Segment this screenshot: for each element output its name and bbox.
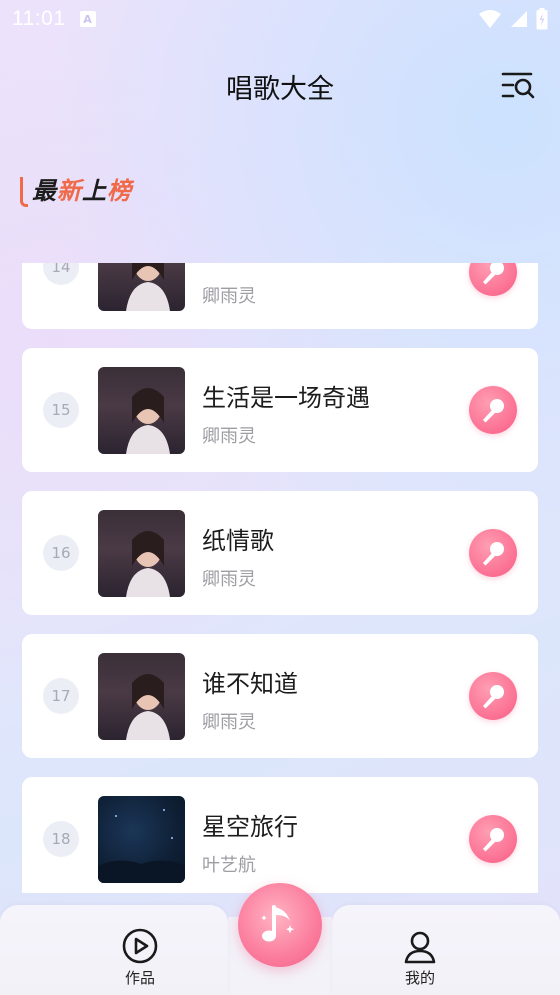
tab-works-label: 作品	[124, 969, 155, 987]
song-title: 谁不知道	[202, 670, 298, 698]
song-artist: 卿雨灵	[202, 569, 256, 590]
logo-char-3: 上	[82, 175, 106, 205]
tab-mine-label: 我的	[404, 969, 435, 987]
song-card[interactable]: 17 谁不知道 卿雨灵	[22, 634, 538, 758]
app-header: 唱歌大全	[0, 58, 560, 114]
rank-badge: 14	[43, 263, 79, 285]
rank-badge: 18	[43, 821, 79, 857]
song-list[interactable]: 14 卿雨灵 15 生活是一场奇遇 卿雨灵 16 纸情歌 卿雨灵 17 谁不知道…	[0, 263, 560, 893]
a-badge-icon: A	[79, 11, 96, 27]
cover-art	[126, 263, 170, 311]
wifi-icon	[479, 10, 501, 28]
album-cover	[98, 367, 185, 454]
signal-icon	[511, 11, 527, 27]
status-time: 11:01	[12, 7, 66, 30]
logo-bracket	[20, 177, 28, 207]
status-bar: 11:01 A	[0, 0, 560, 38]
song-title: 星空旅行	[202, 813, 298, 841]
battery-icon	[536, 8, 548, 30]
play-circle-icon	[122, 928, 158, 964]
song-artist: 卿雨灵	[202, 426, 256, 447]
cover-art	[126, 388, 170, 454]
album-cover	[98, 653, 185, 740]
microphone-icon	[483, 399, 504, 423]
rank-badge: 16	[43, 535, 79, 571]
logo-char-4: 榜	[107, 175, 131, 205]
song-card[interactable]: 16 纸情歌 卿雨灵	[22, 491, 538, 615]
cover-art	[126, 531, 170, 597]
song-artist: 叶艺航	[202, 855, 256, 876]
list-search-icon	[501, 72, 535, 99]
song-artist: 卿雨灵	[202, 712, 256, 733]
center-music-button[interactable]	[238, 883, 322, 967]
album-cover	[98, 796, 185, 883]
rank-badge: 15	[43, 392, 79, 428]
album-cover	[98, 263, 185, 311]
user-icon	[404, 931, 436, 964]
bottom-tab-bar: 作品 我的	[0, 883, 560, 995]
song-title: 生活是一场奇遇	[202, 384, 370, 412]
tab-mine[interactable]: 我的	[390, 927, 450, 988]
sing-button[interactable]	[469, 529, 517, 577]
cover-art	[98, 809, 185, 883]
sing-button[interactable]	[469, 672, 517, 720]
status-icons	[478, 8, 548, 30]
sing-button[interactable]	[469, 386, 517, 434]
song-card[interactable]: 18 星空旅行 叶艺航	[22, 777, 538, 893]
cover-art	[126, 674, 170, 740]
song-artist: 卿雨灵	[202, 286, 256, 307]
logo-char-1: 最	[32, 175, 56, 205]
microphone-icon	[483, 685, 504, 709]
song-card[interactable]: 14 卿雨灵	[22, 263, 538, 329]
page-title: 唱歌大全	[226, 73, 334, 105]
sing-button[interactable]	[469, 263, 517, 296]
song-title: 纸情歌	[202, 527, 274, 555]
tab-works[interactable]: 作品	[110, 927, 170, 988]
album-cover	[98, 510, 185, 597]
section-logo-newest: 最 新 上 榜	[20, 168, 132, 208]
microphone-icon	[483, 828, 504, 852]
microphone-icon	[483, 263, 504, 285]
logo-char-2: 新	[57, 175, 81, 205]
song-card[interactable]: 15 生活是一场奇遇 卿雨灵	[22, 348, 538, 472]
microphone-icon	[483, 542, 504, 566]
list-search-button[interactable]	[500, 68, 536, 104]
music-note-icon	[261, 905, 295, 942]
sing-button[interactable]	[469, 815, 517, 863]
rank-badge: 17	[43, 678, 79, 714]
